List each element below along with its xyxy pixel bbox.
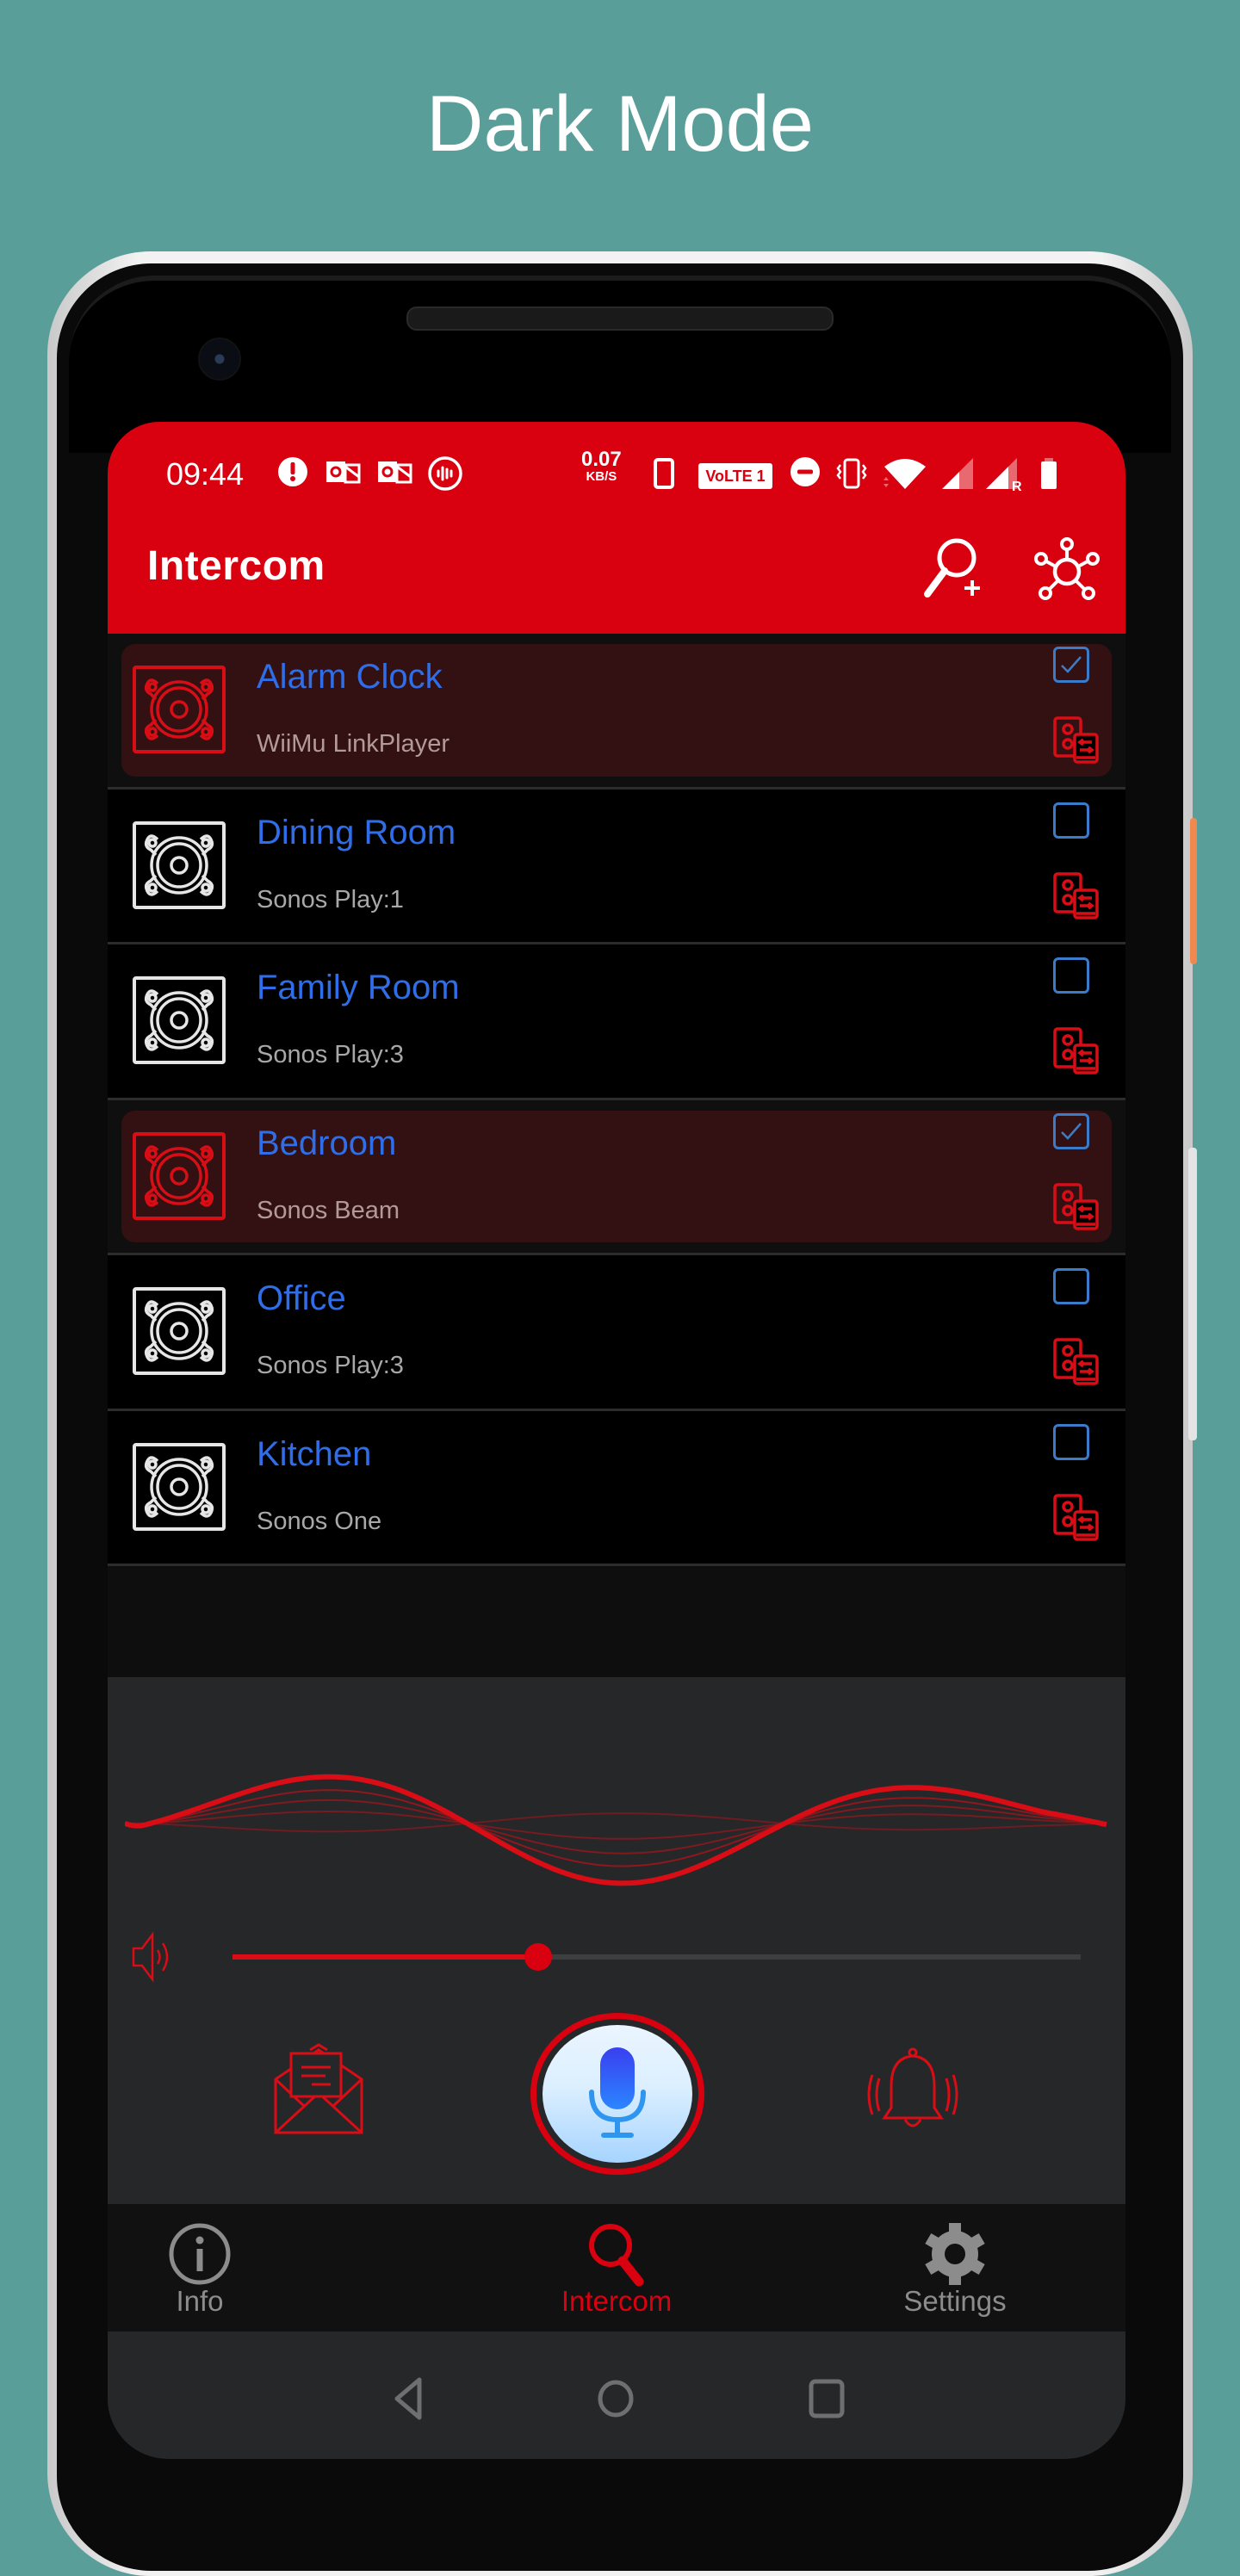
- message-button[interactable]: [267, 2043, 370, 2138]
- home-icon: [598, 2380, 634, 2418]
- alert-icon: [278, 457, 307, 486]
- gear-icon: [925, 2223, 985, 2285]
- earpiece-speaker: [406, 307, 834, 331]
- dnd-icon: [790, 457, 820, 486]
- device-checkbox[interactable]: [1053, 1112, 1089, 1149]
- speaker-group-icon[interactable]: [1052, 1026, 1100, 1074]
- app-bar: 09:44 0.07 KB/S VoLTE 1 R Intercom: [108, 422, 1125, 634]
- device-checkbox[interactable]: [1053, 802, 1089, 839]
- app-screen: 09:44 0.07 KB/S VoLTE 1 R Intercom Alarm…: [108, 422, 1125, 2459]
- device-row[interactable]: Office Sonos Play:3: [108, 1255, 1125, 1411]
- volume-slider-thumb[interactable]: [524, 1943, 552, 1971]
- control-panel: [108, 1677, 1125, 2204]
- status-bar: 09:44 0.07 KB/S VoLTE 1 R: [108, 443, 1125, 503]
- device-name: Kitchen: [257, 1434, 372, 1473]
- message-icon: [274, 2043, 363, 2134]
- device-model: Sonos One: [257, 1507, 382, 1535]
- speaker-group-icon[interactable]: [1052, 1182, 1100, 1230]
- signal-icon: [942, 458, 973, 489]
- speaker-group-icon[interactable]: [1052, 1337, 1100, 1385]
- checkmark-icon: [1061, 656, 1082, 673]
- device-checkbox[interactable]: [1053, 1268, 1089, 1304]
- search-plus-icon: [924, 538, 980, 598]
- nav-settings-label: Settings: [903, 2285, 1007, 2317]
- front-camera: [198, 337, 241, 381]
- device-list: Alarm Clock WiiMu LinkPlayer Dining Room…: [108, 634, 1125, 1566]
- volume-icon: [132, 1931, 169, 1983]
- device-row[interactable]: Alarm Clock WiiMu LinkPlayer: [108, 634, 1125, 790]
- home-button[interactable]: [590, 2373, 642, 2424]
- device-model: Sonos Play:3: [257, 1041, 404, 1068]
- volume-rocker: [1188, 1148, 1197, 1440]
- speaker-group-icon[interactable]: [1052, 715, 1100, 764]
- speaker-icon: [133, 1131, 226, 1220]
- device-row[interactable]: Dining Room Sonos Play:1: [108, 789, 1125, 944]
- device-name: Alarm Clock: [257, 658, 443, 696]
- device-checkbox[interactable]: [1053, 1423, 1089, 1460]
- network-button[interactable]: [1031, 534, 1103, 606]
- speaker-icon: [133, 976, 226, 1064]
- nav-info[interactable]: Info: [108, 2204, 329, 2331]
- device-checkbox[interactable]: [1053, 957, 1089, 994]
- volte-badge: VoLTE 1: [698, 463, 772, 489]
- battery-icon: [1041, 458, 1057, 489]
- nav-intercom-label: Intercom: [561, 2285, 673, 2317]
- device-name: Dining Room: [257, 813, 456, 851]
- chime-button[interactable]: [865, 2047, 960, 2138]
- status-time: 09:44: [166, 456, 245, 492]
- outlook-icon: [378, 461, 412, 484]
- info-icon: [169, 2223, 231, 2285]
- speaker-group-icon[interactable]: [1052, 871, 1100, 920]
- signal-roaming-icon: R: [986, 458, 1022, 492]
- device-row[interactable]: Family Room Sonos Play:3: [108, 944, 1125, 1100]
- svg-text:R: R: [1012, 480, 1022, 492]
- vibrate-icon: [836, 458, 867, 489]
- bottom-navigation: Info Intercom Settings: [108, 2204, 1125, 2331]
- waveform-line: [125, 1799, 1107, 1855]
- audio-waveform: [125, 1774, 1107, 1886]
- recents-button[interactable]: [801, 2373, 852, 2424]
- speaker-icon: [133, 1287, 226, 1375]
- wifi-icon: [884, 459, 926, 489]
- speaker-group-icon[interactable]: [1052, 1493, 1100, 1541]
- speaker-icon: [133, 1442, 226, 1531]
- speaker-icon: [133, 666, 226, 753]
- push-to-talk-button[interactable]: [530, 2013, 704, 2175]
- phone-device-icon: [654, 458, 674, 489]
- device-model: Sonos Play:1: [257, 885, 404, 913]
- promo-title: Dark Mode: [426, 80, 814, 168]
- device-name: Office: [257, 1279, 346, 1317]
- nav-settings[interactable]: Settings: [826, 2204, 1084, 2331]
- outlook-icon: [326, 461, 361, 484]
- device-model: WiiMu LinkPlayer: [257, 730, 450, 758]
- microphone-icon: [589, 2047, 646, 2138]
- nav-info-label: Info: [176, 2285, 224, 2317]
- network-speed: 0.07 KB/S: [581, 448, 622, 484]
- device-row[interactable]: Bedroom Sonos Beam: [108, 1099, 1125, 1255]
- power-button: [1190, 818, 1197, 964]
- waveform-line: [125, 1811, 1107, 1840]
- list-empty-space: [108, 1567, 1125, 1677]
- device-name: Family Room: [257, 969, 460, 1006]
- volume-slider-fill: [232, 1954, 538, 1960]
- voice-assistant-icon: [428, 456, 462, 491]
- bell-icon: [867, 2047, 958, 2127]
- device-model: Sonos Play:3: [257, 1352, 404, 1379]
- device-checkbox[interactable]: [1053, 647, 1089, 683]
- search-add-device-button[interactable]: [919, 534, 991, 606]
- back-button[interactable]: [383, 2373, 435, 2424]
- volume-slider[interactable]: [232, 1935, 1081, 1978]
- system-navigation-bar: [108, 2331, 1125, 2459]
- search-icon: [589, 2224, 644, 2287]
- checkmark-icon: [1061, 1122, 1082, 1140]
- recents-icon: [809, 2379, 845, 2418]
- nav-intercom[interactable]: Intercom: [487, 2204, 746, 2331]
- speaker-icon: [133, 820, 226, 909]
- device-name: Bedroom: [257, 1124, 397, 1162]
- network-hub-icon: [1034, 537, 1100, 600]
- device-row[interactable]: Kitchen Sonos One: [108, 1410, 1125, 1566]
- back-icon: [394, 2377, 422, 2420]
- device-model: Sonos Beam: [257, 1196, 400, 1224]
- app-title: Intercom: [147, 543, 326, 589]
